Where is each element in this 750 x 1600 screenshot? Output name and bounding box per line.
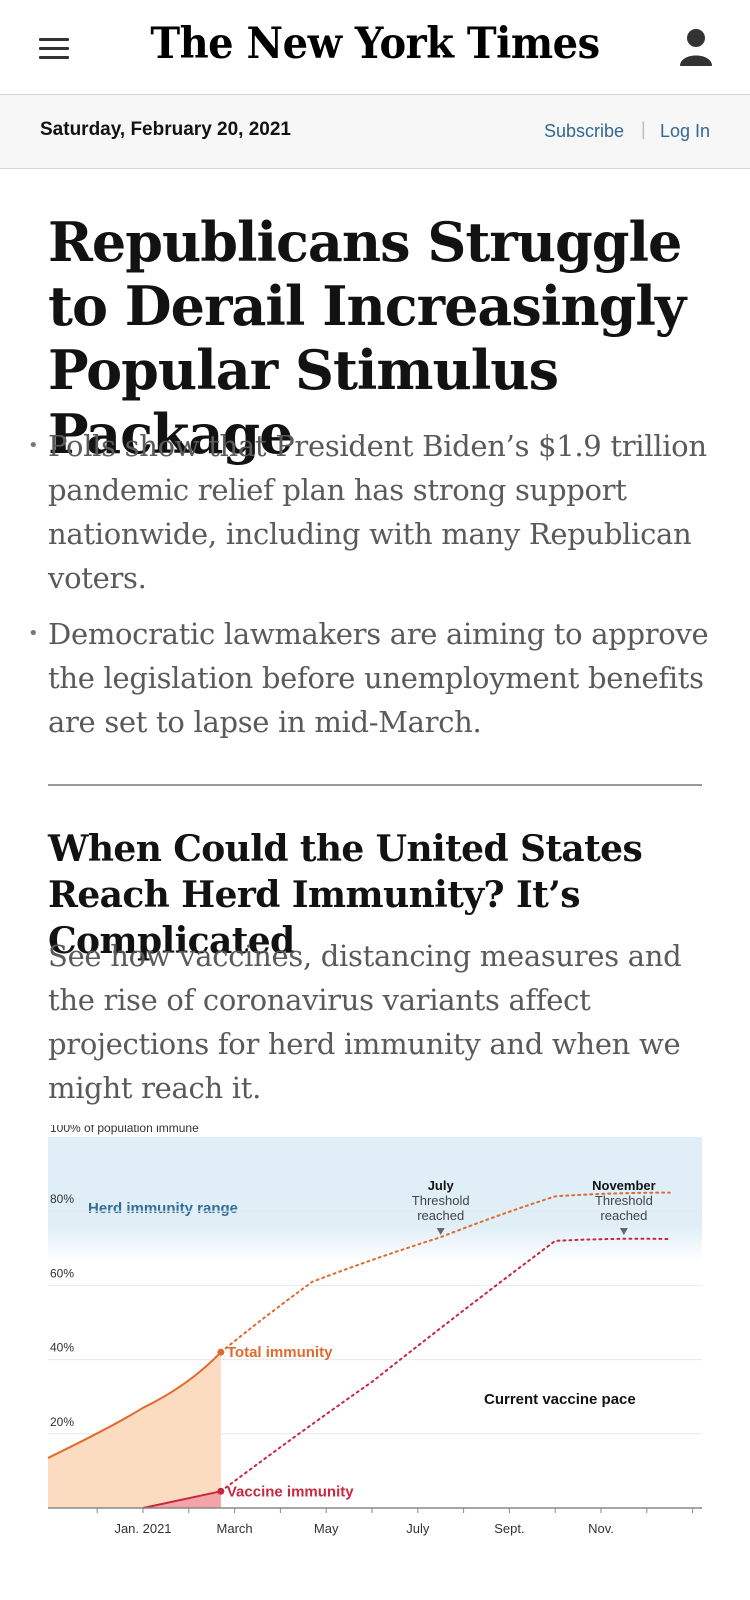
chart-y-label: 100% of population immune	[50, 1125, 199, 1135]
y-tick-label: 80%	[50, 1192, 74, 1206]
second-summary[interactable]: See how vaccines, distancing measures an…	[48, 934, 718, 1110]
y-tick-label: 20%	[50, 1415, 74, 1429]
total-immunity-dot	[217, 1348, 225, 1356]
section-divider	[48, 784, 702, 786]
annotation-month: July	[428, 1178, 455, 1193]
login-link[interactable]: Log In	[660, 121, 710, 142]
annotation-text: Threshold	[412, 1193, 470, 1208]
annotation-text: reached	[417, 1208, 464, 1223]
link-separator: |	[641, 119, 646, 139]
nyt-logo[interactable]: The New York Times	[0, 18, 750, 69]
annotation-text: reached	[600, 1208, 647, 1223]
annotation-month: November	[592, 1178, 656, 1193]
summary-bullet[interactable]: Democratic lawmakers are aiming to appro…	[28, 612, 718, 744]
y-tick-label: 60%	[50, 1266, 74, 1280]
band-label: Herd immunity range	[88, 1200, 238, 1217]
x-tick-label: Nov.	[588, 1521, 614, 1536]
total-immunity-label: Total immunity	[227, 1344, 333, 1361]
y-tick-label: 40%	[50, 1341, 74, 1355]
current-date: Saturday, February 20, 2021	[40, 119, 291, 140]
x-tick-label: July	[406, 1521, 430, 1536]
x-tick-label: May	[314, 1521, 339, 1536]
top-navigation-bar: The New York Times	[0, 0, 750, 95]
scenario-label: Current vaccine pace	[484, 1391, 636, 1408]
vaccine-immunity-label: Vaccine immunity	[227, 1483, 354, 1500]
vaccine-immunity-dot	[217, 1487, 225, 1495]
x-tick-label: Jan. 2021	[114, 1521, 171, 1536]
annotation-text: Threshold	[595, 1193, 653, 1208]
account-icon[interactable]	[678, 28, 714, 68]
lead-summary-list: Polls show that President Biden’s $1.9 t…	[28, 424, 718, 756]
summary-bullet[interactable]: Polls show that President Biden’s $1.9 t…	[28, 424, 718, 600]
x-tick-label: Sept.	[494, 1521, 524, 1536]
herd-immunity-chart[interactable]: 100% of population immune Herd immunity …	[0, 1125, 750, 1545]
x-tick-label: March	[217, 1521, 253, 1536]
vaccine-immunity-projection	[219, 1237, 671, 1493]
subscribe-link[interactable]: Subscribe	[544, 121, 624, 142]
date-bar: Saturday, February 20, 2021 Subscribe | …	[0, 95, 750, 169]
